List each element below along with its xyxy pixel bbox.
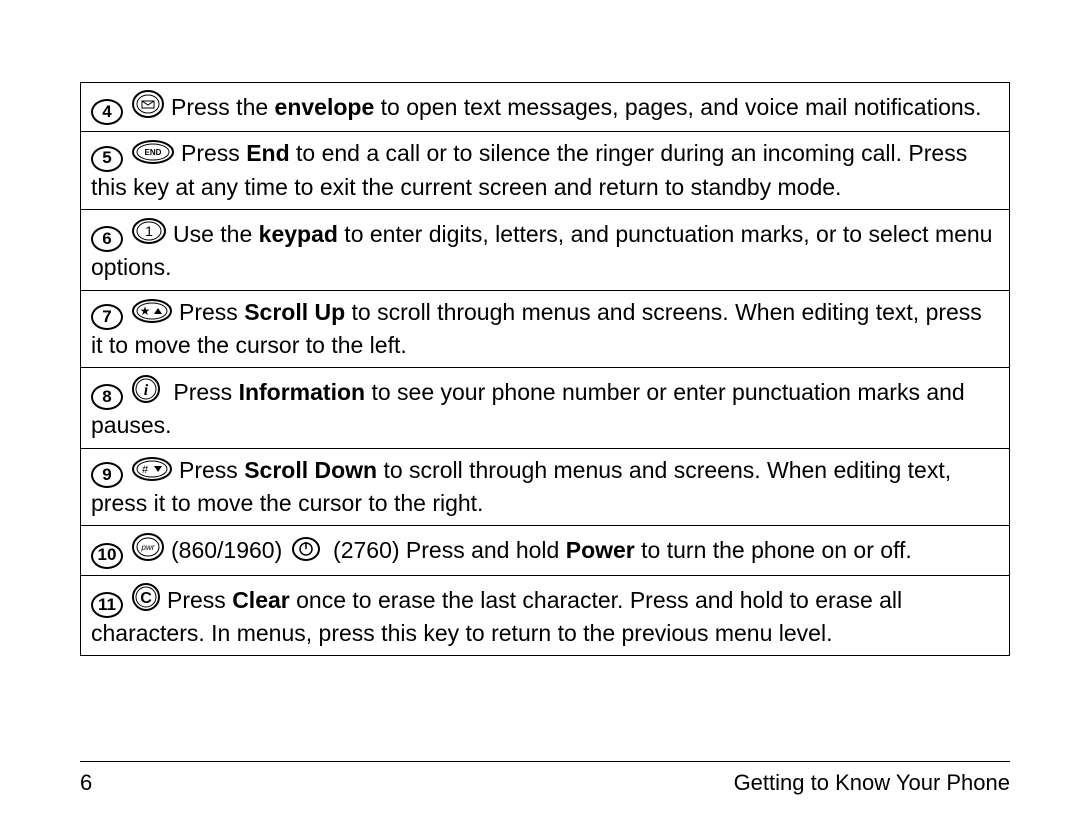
description-text: Press bbox=[179, 299, 244, 325]
description-text: Press bbox=[181, 140, 246, 166]
key-row: 5ENDPress End to end a call or to silenc… bbox=[81, 132, 1010, 210]
key-row: 61Use the keypad to enter digits, letter… bbox=[81, 209, 1010, 290]
step-number: 6 bbox=[91, 226, 123, 252]
starup-icon: ★ bbox=[131, 298, 173, 324]
info-icon: i bbox=[131, 374, 161, 404]
page-footer: 6 Getting to Know Your Phone bbox=[80, 761, 1010, 798]
description-text: Press bbox=[167, 587, 232, 613]
power2-icon bbox=[291, 536, 321, 562]
description-text: envelope bbox=[275, 94, 375, 120]
key-row: 4 Press the envelope to open text message… bbox=[81, 83, 1010, 132]
hashdown-icon: # bbox=[131, 456, 173, 482]
section-title: Getting to Know Your Phone bbox=[734, 768, 1010, 798]
svg-text:pwr: pwr bbox=[141, 543, 155, 552]
description-text: (2760) Press and hold bbox=[327, 537, 566, 563]
description-text: Press bbox=[179, 457, 244, 483]
step-number: 4 bbox=[91, 99, 123, 125]
description-text: to open text messages, pages, and voice … bbox=[374, 94, 981, 120]
key-reference-table: 4 Press the envelope to open text message… bbox=[80, 82, 1010, 656]
description-text: Scroll Down bbox=[244, 457, 377, 483]
description-text: to turn the phone on or off. bbox=[635, 537, 912, 563]
step-number: 8 bbox=[91, 384, 123, 410]
svg-text:#: # bbox=[142, 464, 149, 476]
step-number: 7 bbox=[91, 304, 123, 330]
description-text: keypad bbox=[259, 221, 338, 247]
description-text: Power bbox=[566, 537, 635, 563]
svg-text:1: 1 bbox=[145, 223, 153, 239]
step-number: 5 bbox=[91, 146, 123, 172]
description-text: Information bbox=[239, 379, 366, 405]
description-text: Clear bbox=[232, 587, 290, 613]
svg-text:★: ★ bbox=[140, 304, 151, 318]
end-icon: END bbox=[131, 139, 175, 165]
step-number: 11 bbox=[91, 592, 123, 618]
description-text: Scroll Up bbox=[244, 299, 345, 325]
description-text: Press the bbox=[171, 94, 275, 120]
description-text: End bbox=[246, 140, 289, 166]
svg-text:i: i bbox=[144, 382, 149, 399]
key-row: 10 pwr (860/1960) (2760) Press and hold Po… bbox=[81, 526, 1010, 575]
svg-text:C: C bbox=[140, 590, 152, 607]
key-row: 7★Press Scroll Up to scroll through menu… bbox=[81, 290, 1010, 368]
svg-text:END: END bbox=[145, 148, 162, 157]
description-text: (860/1960) bbox=[171, 537, 289, 563]
step-number: 9 bbox=[91, 462, 123, 488]
envelope-icon bbox=[131, 89, 165, 119]
one-icon: 1 bbox=[131, 216, 167, 246]
key-row: 9#Press Scroll Down to scroll through me… bbox=[81, 448, 1010, 526]
key-row: 11CPress Clear once to erase the last ch… bbox=[81, 575, 1010, 656]
clear-icon: C bbox=[131, 582, 161, 612]
key-row: 8i Press Information to see your phone n… bbox=[81, 368, 1010, 449]
pwr-icon: pwr bbox=[131, 532, 165, 562]
page-number: 6 bbox=[80, 768, 92, 798]
description-text: Use the bbox=[173, 221, 259, 247]
description-text: Press bbox=[167, 379, 239, 405]
step-number: 10 bbox=[91, 543, 123, 569]
